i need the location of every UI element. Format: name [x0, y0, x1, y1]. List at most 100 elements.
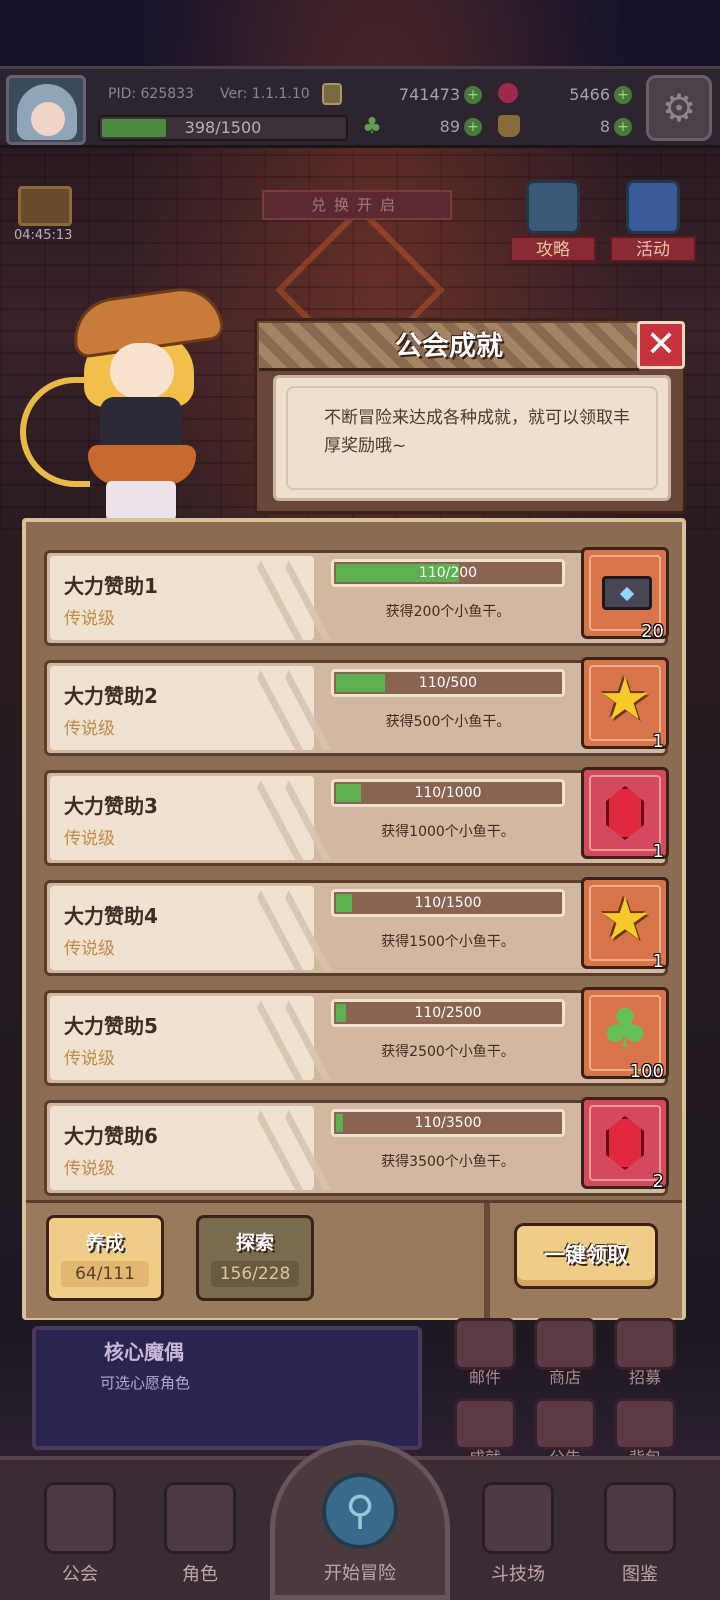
achievement-header-panel: 公会成就 ✕ 不断冒险来达成各种成就，就可以领取丰厚奖励哦~	[254, 318, 686, 514]
add-gems-icon[interactable]: +	[614, 86, 632, 104]
mail-button[interactable]: 邮件	[452, 1318, 518, 1388]
achievement-progress-bar: 110/1000	[331, 779, 565, 807]
reward-quantity: 1	[652, 951, 664, 972]
achievement-tier: 传说级	[64, 719, 115, 739]
exchange-banner[interactable]: 兑换开启	[262, 190, 452, 220]
achievement-title-area: 大力赞助5 传说级	[50, 996, 332, 1080]
reward-quantity: 2	[652, 1171, 664, 1192]
guide-button[interactable]: 攻略	[510, 180, 596, 262]
recruit-label: 招募	[628, 1368, 661, 1387]
achievement-progress-text: 110/200	[418, 565, 478, 581]
achievement-title-area: 大力赞助2 传说级	[50, 666, 332, 750]
tab-explore[interactable]: 探索 156/228	[196, 1215, 314, 1301]
bag-count: 8	[599, 117, 610, 136]
achievement-name: 大力赞助6	[64, 1124, 158, 1148]
bag-icon	[498, 115, 520, 137]
coin-icon	[322, 83, 342, 105]
shop-label: 商店	[548, 1368, 581, 1387]
reward-quantity: 20	[641, 621, 664, 642]
nav-arena[interactable]: 斗技场	[470, 1482, 566, 1592]
gem-icon	[498, 83, 518, 103]
add-coins-icon[interactable]: +	[464, 86, 482, 104]
achievement-list[interactable]: 大力赞助1 传说级 110/200 获得200个小鱼干。 20 大力赞助2 传说级 110/5…	[40, 542, 672, 1198]
player-avatar[interactable]	[6, 75, 86, 145]
nav-guild[interactable]: 公会	[32, 1482, 128, 1592]
shop-icon	[534, 1318, 596, 1370]
guide-label: 攻略	[510, 236, 596, 262]
mascot-tail	[20, 377, 90, 487]
reward-item-slot[interactable]: 1	[581, 767, 669, 862]
tab-nurture[interactable]: 养成 64/111	[46, 1215, 164, 1301]
nav-guild-label: 公会	[62, 1564, 98, 1585]
gear-icon: ⚙	[661, 86, 697, 130]
achievement-name: 大力赞助3	[64, 794, 158, 818]
achievement-progress-text: 110/1000	[414, 785, 482, 801]
add-clovers-icon[interactable]: +	[464, 118, 482, 136]
shop-button[interactable]: 商店	[532, 1318, 598, 1388]
achievement-reward-text: 获得2500个小鱼干。	[381, 1044, 515, 1060]
clover-icon: ♣	[362, 114, 382, 139]
nav-arena-label: 斗技场	[491, 1564, 545, 1585]
envelope-icon	[602, 576, 652, 610]
achievement-name: 大力赞助4	[64, 904, 158, 928]
achievement-tier: 传说级	[64, 1159, 115, 1179]
title-bar: 公会成就	[259, 323, 639, 371]
nav-character-label: 角色	[182, 1564, 218, 1585]
gift-box-icon[interactable]	[18, 186, 72, 226]
achievement-name: 大力赞助5	[64, 1014, 158, 1038]
achievement-row: 大力赞助6 传说级 110/3500 获得3500个小鱼干。 2	[44, 1097, 669, 1196]
achievement-row: 大力赞助3 传说级 110/1000 获得1000个小鱼干。 1	[44, 767, 669, 866]
experience-bar: 398/1500	[98, 115, 348, 141]
achievement-action-strip: 养成 64/111 探索 156/228 一键领取	[26, 1200, 682, 1321]
mascot-face	[110, 343, 174, 399]
reward-item-slot[interactable]: 2	[581, 1097, 669, 1192]
reward-item-slot[interactable]: ★ 1	[581, 877, 669, 972]
achievement-name: 大力赞助1	[64, 574, 158, 598]
reward-quantity: 1	[652, 841, 664, 862]
core-puppet-title: 核心魔偶	[104, 1340, 184, 1364]
achievement-progress-bar: 110/3500	[331, 1109, 565, 1137]
event-button[interactable]: 活动	[610, 180, 696, 262]
achievement-progress-text: 110/2500	[414, 1005, 482, 1021]
guild-house-icon	[44, 1482, 116, 1554]
core-puppet-card[interactable]: 核心魔偶 可选心愿角色	[32, 1326, 422, 1450]
achievement-title-area: 大力赞助3 传说级	[50, 776, 332, 860]
reward-item-slot[interactable]: ★ 1	[581, 657, 669, 752]
achievement-progress-bar: 110/1500	[331, 889, 565, 917]
achievement-tier: 传说级	[64, 829, 115, 849]
achievement-title-area: 大力赞助1 传说级	[50, 556, 332, 640]
chevron-decoration	[218, 670, 332, 750]
chevron-decoration	[218, 780, 332, 860]
achievement-progress-text: 110/3500	[414, 1115, 482, 1131]
crossed-swords-icon	[482, 1482, 554, 1554]
nav-codex[interactable]: 图鉴	[592, 1482, 688, 1592]
guild-mascot-character	[20, 282, 240, 525]
achievement-tier: 传说级	[64, 939, 115, 959]
achievement-progress-text: 110/1500	[414, 895, 482, 911]
avatar-face	[31, 102, 65, 136]
reward-item-slot[interactable]: ♣ 100	[581, 987, 669, 1082]
backpack-icon	[614, 1398, 676, 1450]
dialog-description: 不断冒险来达成各种成就，就可以领取丰厚奖励哦~	[324, 408, 630, 456]
chevron-decoration	[218, 560, 332, 640]
achievement-progress-bar: 110/200	[331, 559, 565, 587]
experience-text: 398/1500	[184, 118, 262, 137]
claim-all-button[interactable]: 一键领取	[514, 1223, 658, 1289]
reward-item-slot[interactable]: 20	[581, 547, 669, 642]
close-button[interactable]: ✕	[637, 321, 685, 369]
achievement-title-area: 大力赞助6 传说级	[50, 1106, 332, 1190]
settings-button[interactable]: ⚙	[646, 75, 712, 141]
gift-timer: 04:45:13	[14, 228, 73, 243]
nav-character[interactable]: 角色	[152, 1482, 248, 1592]
tab-nurture-label: 养成	[85, 1232, 124, 1254]
tab-explore-label: 探索	[235, 1232, 274, 1254]
achievement-progress-text: 110/500	[418, 675, 478, 691]
chevron-decoration	[218, 1000, 332, 1080]
coin-count: 741473	[398, 85, 460, 104]
close-icon: ✕	[645, 324, 677, 365]
add-bags-icon[interactable]: +	[614, 118, 632, 136]
achievement-reward-text: 获得3500个小鱼干。	[381, 1154, 515, 1170]
recruit-button[interactable]: 招募	[612, 1318, 678, 1388]
player-id: PID: 625833	[108, 86, 194, 102]
achievement-progress-bar: 110/2500	[331, 999, 565, 1027]
